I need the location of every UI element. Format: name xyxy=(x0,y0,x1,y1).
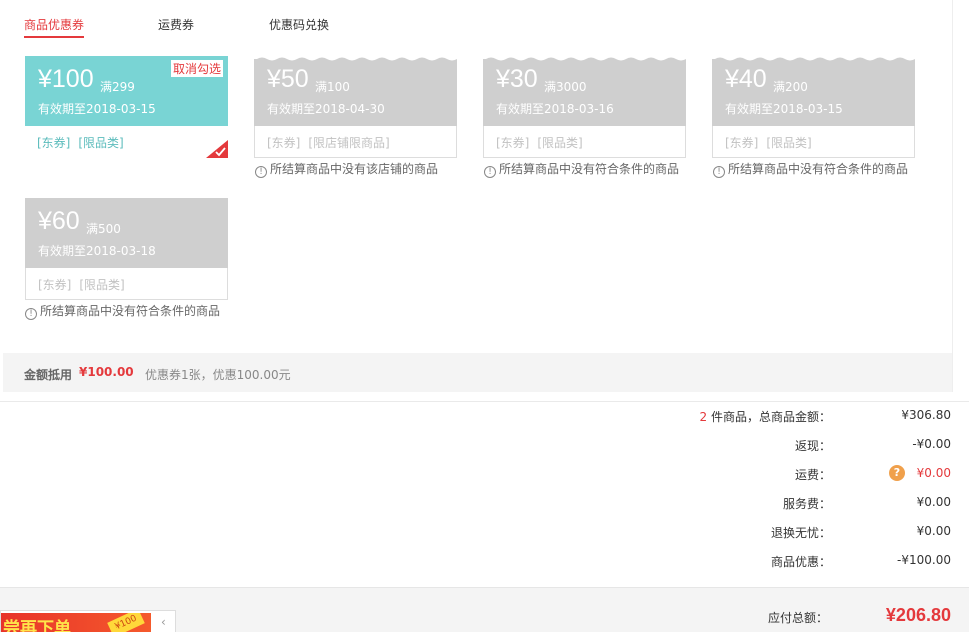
selected-check-icon xyxy=(206,140,228,158)
help-icon[interactable]: ? xyxy=(889,465,905,481)
row-value: ¥0.00 xyxy=(916,466,951,480)
coupon-face: ¥30 满3000 有效期至2018-03-16 xyxy=(483,56,686,126)
coupon-amount: ¥60 xyxy=(38,207,80,235)
coupon-tag: [限品类] xyxy=(79,278,125,292)
row-value: ¥0.00 xyxy=(916,495,951,509)
coupon-validity: 有效期至2018-03-15 xyxy=(38,102,156,116)
coupon-tags-area: [东券] [限品类] xyxy=(483,126,686,158)
coupon-card-100[interactable]: ¥100 满299 有效期至2018-03-15 取消勾选 [东券] [限品类] xyxy=(25,56,228,158)
row-label: 退换无忧： xyxy=(770,526,831,540)
info-icon: ! xyxy=(255,166,267,178)
coupon-unavailable-reason: ! 所结算商品中没有符合条件的商品 xyxy=(713,160,908,178)
coupon-tag: [东券] xyxy=(496,136,530,150)
coupon-card-30: ¥30 满3000 有效期至2018-03-16 [东券] [限品类] xyxy=(483,56,686,158)
coupon-validity: 有效期至2018-03-15 xyxy=(725,102,843,116)
coupon-card-50: ¥50 满100 有效期至2018-04-30 [东券] [限店铺限商品] xyxy=(254,56,457,158)
coupon-tag: [限品类] xyxy=(78,136,124,150)
coupon-card-60: ¥60 满500 有效期至2018-03-18 [东券] [限品类] xyxy=(25,198,228,300)
deselect-coupon-button[interactable]: 取消勾选 xyxy=(170,60,223,77)
discount-amount: ¥100.00 xyxy=(79,365,134,379)
coupon-condition: 满299 xyxy=(100,80,135,94)
tab-promo-code[interactable]: 优惠码兑换 xyxy=(269,16,329,33)
coupon-amount: ¥40 xyxy=(725,65,767,93)
row-value: ¥306.80 xyxy=(901,408,951,422)
coupon-face: ¥40 满200 有效期至2018-03-15 xyxy=(712,56,915,126)
tab-shipping-coupons[interactable]: 运费券 xyxy=(158,16,194,33)
row-label: 商品优惠： xyxy=(770,555,831,569)
row-label: 返现： xyxy=(794,439,831,453)
coupon-condition: 满500 xyxy=(86,222,121,236)
coupon-amount: ¥100 xyxy=(38,65,94,93)
coupon-validity: 有效期至2018-04-30 xyxy=(267,102,385,116)
row-value: ¥0.00 xyxy=(916,524,951,538)
info-icon: ! xyxy=(713,166,725,178)
coupon-card-40: ¥40 满200 有效期至2018-03-15 [东券] [限品类] xyxy=(712,56,915,158)
info-icon: ! xyxy=(484,166,496,178)
coupon-face: ¥50 满100 有效期至2018-04-30 xyxy=(254,56,457,126)
coupon-tag: [东券] xyxy=(267,136,301,150)
coupon-validity: 有效期至2018-03-16 xyxy=(496,102,614,116)
promo-coupon-tag: ¥100 xyxy=(107,613,145,632)
coupon-validity: 有效期至2018-03-18 xyxy=(38,244,156,258)
total-row-return-worry-free: 退换无忧： ¥0.00 xyxy=(551,524,951,542)
coupon-wave-edge xyxy=(712,56,915,61)
coupon-face: ¥60 满500 有效期至2018-03-18 xyxy=(25,198,228,268)
coupon-unavailable-reason: ! 所结算商品中没有符合条件的商品 xyxy=(484,160,679,178)
coupon-tag: [限品类] xyxy=(766,136,812,150)
coupon-tag: [限品类] xyxy=(537,136,583,150)
coupon-wave-edge xyxy=(483,56,686,61)
coupon-unavailable-reason: ! 所结算商品中没有该店铺的商品 xyxy=(255,160,438,178)
promo-banner[interactable]: 尝再下单 ¥100 ‹ xyxy=(0,610,176,632)
total-row-service-fee: 服务费： ¥0.00 xyxy=(551,495,951,513)
coupon-tags-area: [东券] [限品类] xyxy=(25,126,228,158)
info-icon: ! xyxy=(25,308,37,320)
discount-summary-bar: 金额抵用 ¥100.00 优惠券1张，优惠100.00元 xyxy=(3,353,952,392)
tab-product-coupons[interactable]: 商品优惠券 xyxy=(24,16,85,38)
total-row-product-discount: 商品优惠： -¥100.00 xyxy=(551,553,951,571)
item-count: 2 xyxy=(699,410,708,424)
total-row-shipping: 运费： ? ¥0.00 xyxy=(551,465,951,484)
coupon-tag: [东券] xyxy=(37,136,71,150)
promo-ad-image[interactable]: 尝再下单 ¥100 xyxy=(1,613,151,632)
coupon-condition: 满3000 xyxy=(544,80,587,94)
coupon-tags-area: [东券] [限店铺限商品] xyxy=(254,126,457,158)
coupon-tag: [东券] xyxy=(725,136,759,150)
row-value: -¥0.00 xyxy=(912,437,951,451)
section-divider xyxy=(0,401,969,402)
row-label: 服务费： xyxy=(782,497,831,511)
coupon-unavailable-reason: ! 所结算商品中没有符合条件的商品 xyxy=(25,302,220,320)
coupon-condition: 满200 xyxy=(773,80,808,94)
payable-amount: ¥206.80 xyxy=(885,605,951,625)
row-label: 件商品，总商品金额： xyxy=(710,410,831,424)
coupon-amount: ¥30 xyxy=(496,65,538,93)
total-row-goods: 2 件商品，总商品金额： ¥306.80 xyxy=(551,408,951,426)
discount-description: 优惠券1张，优惠100.00元 xyxy=(145,368,291,382)
coupon-tags-area: [东券] [限品类] xyxy=(25,268,228,300)
coupon-amount: ¥50 xyxy=(267,65,309,93)
coupon-wave-edge xyxy=(254,56,457,61)
total-row-cashback: 返现： -¥0.00 xyxy=(551,437,951,455)
discount-label: 金额抵用 xyxy=(24,368,73,382)
row-label: 运费： xyxy=(794,468,831,482)
row-value: -¥100.00 xyxy=(897,553,951,567)
coupon-tag: [限店铺限商品] xyxy=(308,136,390,150)
collapse-arrow-icon[interactable]: ‹ xyxy=(161,615,166,629)
payable-label: 应付总额： xyxy=(767,611,828,625)
coupon-condition: 满100 xyxy=(315,80,350,94)
coupon-tags-area: [东券] [限品类] xyxy=(712,126,915,158)
coupon-tag: [东券] xyxy=(38,278,72,292)
promo-text: 尝再下单 xyxy=(3,619,71,632)
